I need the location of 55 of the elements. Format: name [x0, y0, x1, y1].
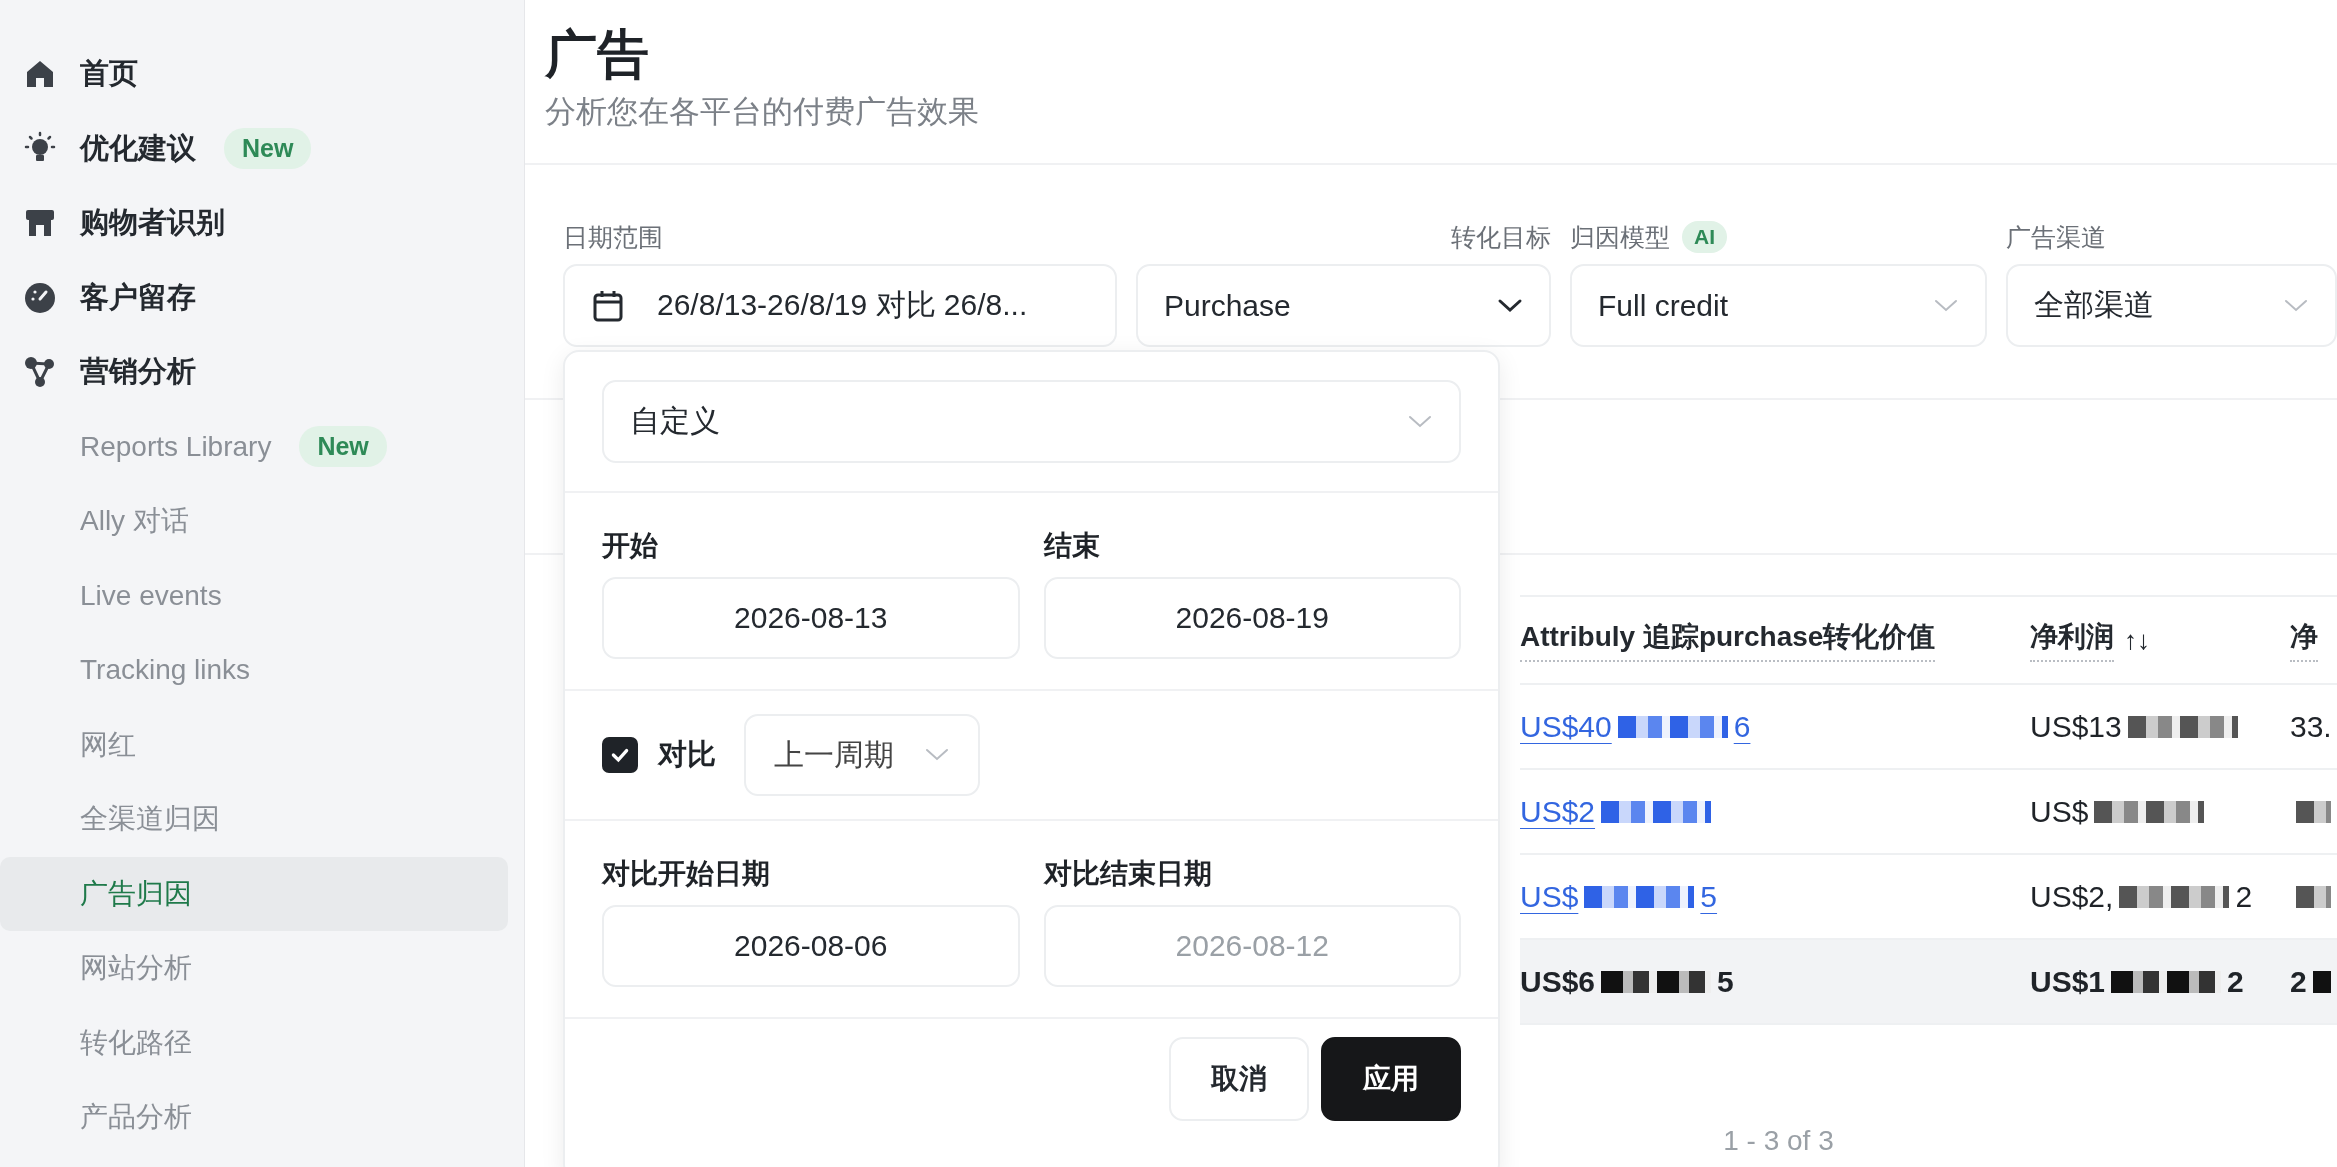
calendar-icon	[591, 288, 625, 323]
field-label: 开始	[602, 529, 659, 563]
table-link[interactable]: US$2	[1520, 794, 2030, 829]
select-field[interactable]: 自定义	[602, 380, 1461, 463]
sidebar-item[interactable]: 客户留存	[0, 260, 508, 335]
select-field[interactable]: 上一周期	[744, 714, 980, 796]
table-link[interactable]: US$ 5	[1520, 879, 2030, 914]
chevron-down-icon	[1497, 297, 1523, 314]
select-field[interactable]: 全部渠道	[2006, 264, 2337, 347]
sidebar-item[interactable]: 营销分析	[0, 335, 508, 410]
new-badge: New	[224, 128, 312, 170]
cancel-button[interactable]: 取消	[1169, 1037, 1309, 1121]
select-field[interactable]: Full credit	[1570, 264, 1987, 347]
filter-label: 归因模型	[1570, 221, 1670, 253]
chevron-down-icon	[1407, 413, 1433, 430]
page-title: 广告	[545, 24, 650, 85]
filter-label: 日期范围	[563, 221, 663, 253]
table-cell: US$13	[2030, 709, 2290, 744]
date-input[interactable]: 2026-08-19	[1043, 577, 1461, 659]
pixelated-block	[2312, 970, 2331, 993]
filter-label: 转化目标	[1451, 221, 1551, 253]
table-cell-text: US$6 5	[1520, 964, 1735, 999]
sidebar-item[interactable]: 首页	[0, 37, 508, 112]
sort-icon[interactable]: ↑↓	[2124, 624, 2150, 656]
select-field[interactable]: Purchase	[1136, 264, 1551, 347]
chevron-down-icon	[2283, 297, 2309, 314]
field-label: 对比结束日期	[1043, 857, 1213, 891]
date-input[interactable]: 2026-08-13	[602, 577, 1020, 659]
table-cell-text: US$1 2	[2030, 964, 2245, 999]
ai-badge: AI	[1682, 221, 1727, 253]
table-link[interactable]: US$40 6	[1520, 709, 2030, 744]
sidebar-item[interactable]: 购物者识别	[0, 186, 508, 261]
field-label: 对比开始日期	[602, 857, 771, 891]
date-range-field[interactable]: 26/8/13-26/8/19 对比 26/8...	[563, 264, 1117, 347]
table-cell: 2	[2290, 964, 2337, 999]
filter-label: 广告渠道	[2006, 221, 2106, 253]
page-subtitle: 分析您在各平台的付费广告效果	[545, 93, 980, 131]
date-input[interactable]: 2026-08-06	[602, 905, 1020, 987]
sidebar-item[interactable]: 优化建议 New	[0, 111, 508, 186]
new-badge: New	[299, 426, 387, 468]
apply-button[interactable]: 应用	[1321, 1037, 1461, 1121]
table-cell: US$	[2030, 794, 2290, 829]
column-header: 净利润	[2030, 618, 2114, 662]
compare-checkbox[interactable]	[602, 737, 638, 773]
table-cell-text: 33.	[2290, 709, 2333, 744]
chevron-down-icon	[924, 747, 950, 763]
sidebar-item[interactable]: Reports Library New	[0, 409, 508, 484]
table-cell-text: US$2, 2	[2030, 879, 2254, 914]
field-label: 结束	[1043, 529, 1101, 563]
chevron-down-icon	[1933, 297, 1959, 314]
checkbox-label: 对比	[658, 737, 716, 772]
column-header: 净	[2290, 618, 2318, 662]
pagination-text: 1 - 3 of 3	[1722, 1125, 1835, 1157]
column-header: Attribuly 追踪purchase转化价值	[1520, 618, 1936, 662]
sidebar-item[interactable]: 广告归因	[0, 856, 508, 931]
